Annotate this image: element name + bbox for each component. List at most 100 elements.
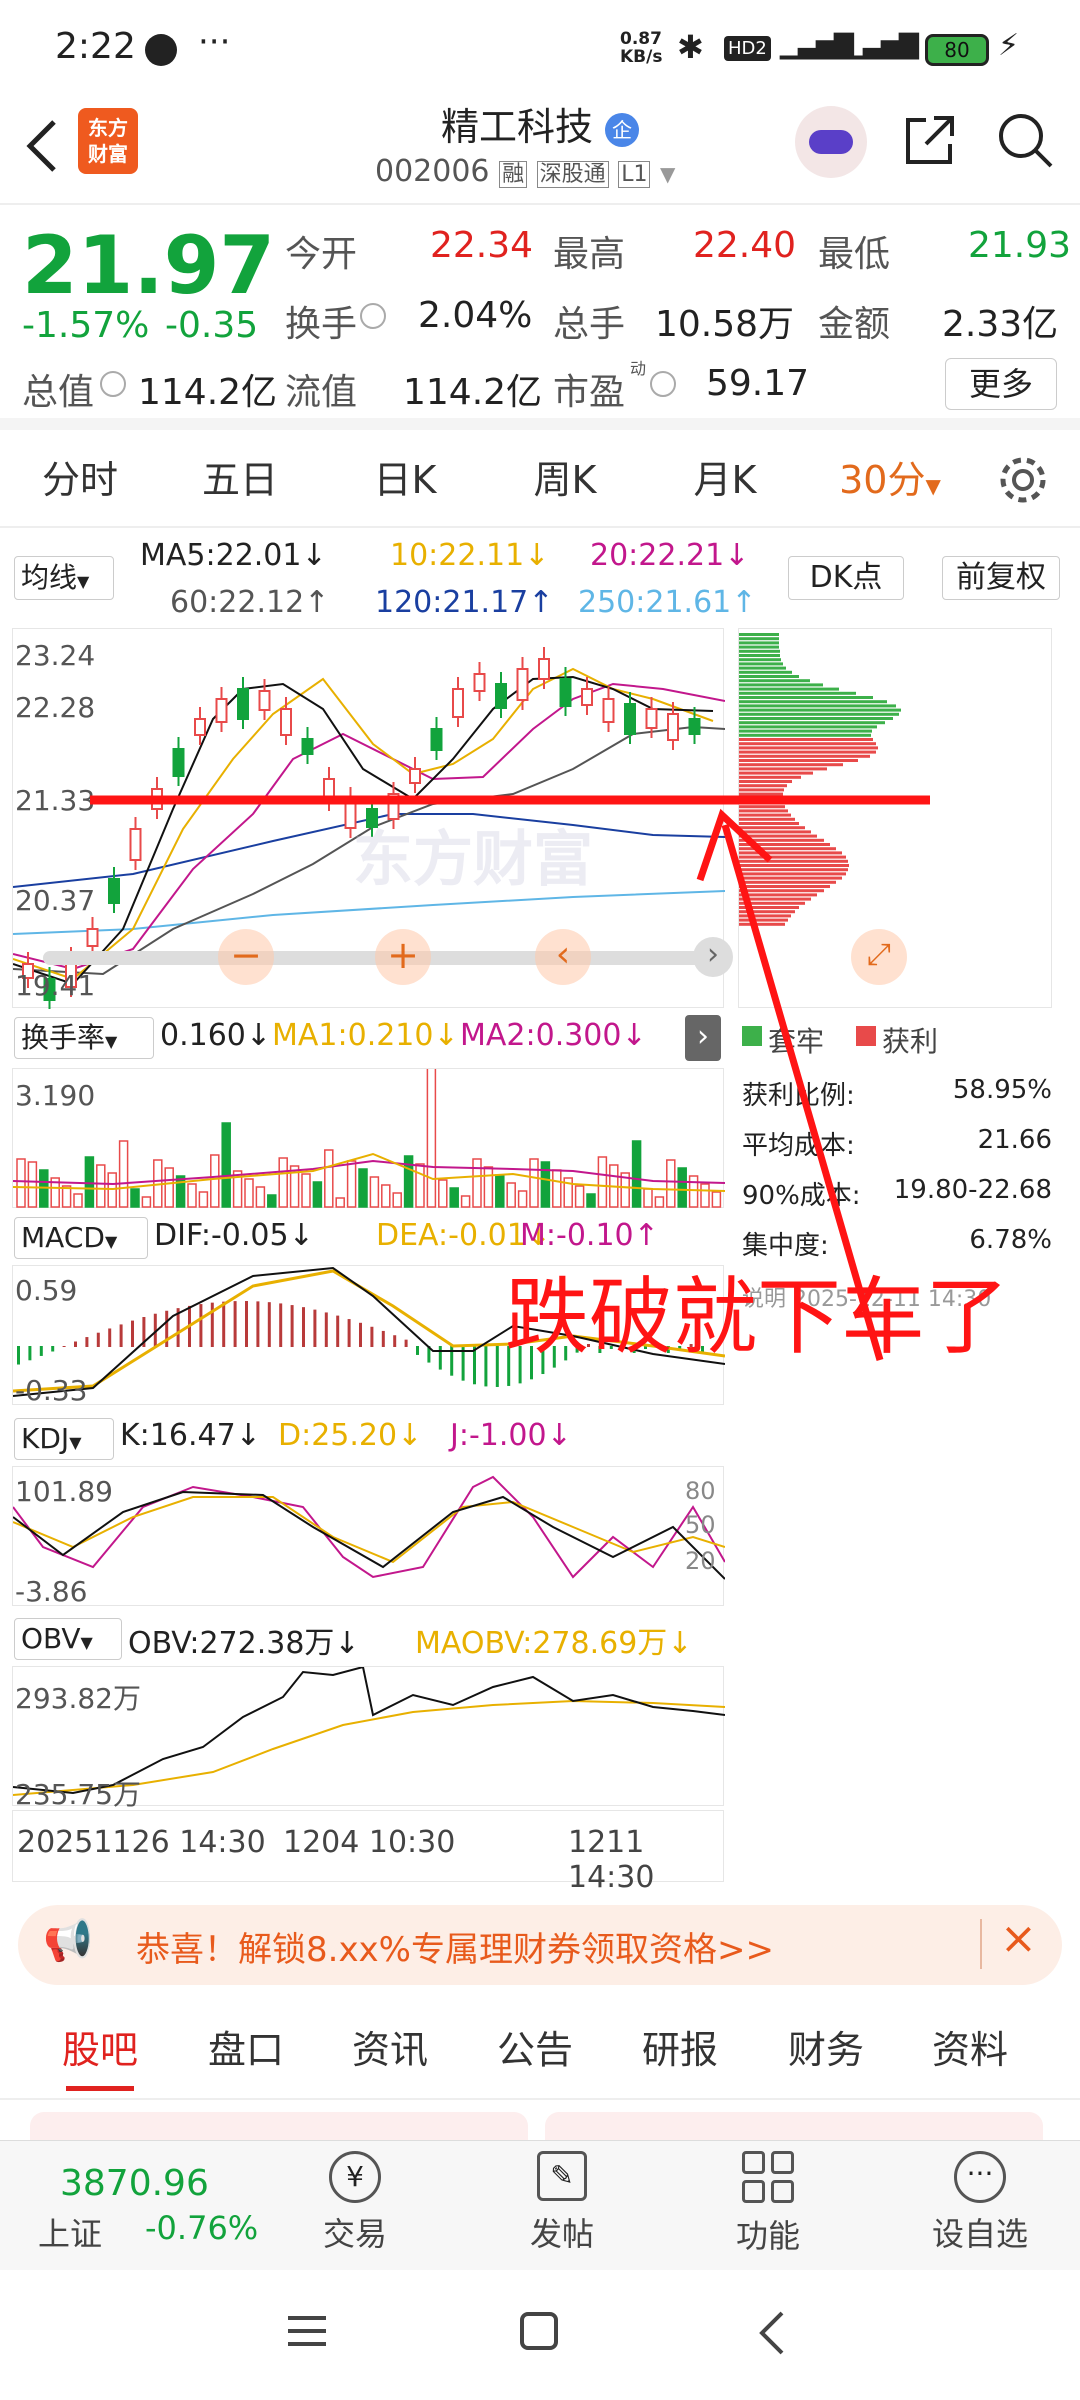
turnover-bar (415, 1163, 425, 1208)
more-button[interactable]: 更多 (945, 358, 1057, 410)
nav-trade[interactable]: ¥ 交易 (305, 2151, 405, 2255)
search-icon[interactable] (995, 110, 1055, 170)
tab-monthly[interactable]: 月K (665, 432, 785, 528)
turnover-bar (312, 1181, 323, 1208)
tab-research[interactable]: 研报 (642, 2010, 718, 2090)
chip-bar (739, 813, 791, 817)
zoom-out-button[interactable]: − (218, 929, 274, 985)
nav-trade-label: 交易 (322, 2215, 387, 2253)
chip-bar (739, 654, 780, 657)
macd-select[interactable]: MACD▼ (14, 1217, 148, 1259)
home-icon[interactable] (520, 2312, 558, 2350)
scroll-right-button[interactable]: › (693, 937, 733, 977)
amount-label: 金额 (818, 304, 891, 345)
turnover-bar (324, 1149, 334, 1208)
index-change[interactable]: -0.76% (145, 2209, 258, 2247)
chip-bar (739, 918, 788, 922)
share-icon[interactable] (900, 110, 960, 170)
forum-card-right[interactable] (545, 2112, 1043, 2140)
candle (559, 678, 572, 707)
obv-select[interactable]: OBV▼ (14, 1618, 122, 1660)
candle (452, 688, 464, 718)
candle (688, 718, 701, 735)
tab-forum[interactable]: 股吧 (62, 2010, 138, 2090)
tab-daily[interactable]: 日K (345, 432, 465, 528)
chip-bar (739, 738, 873, 741)
scroll-left-button[interactable]: ‹ (535, 929, 591, 985)
macd-bar (51, 1346, 55, 1352)
tab-financials[interactable]: 财务 (788, 2010, 864, 2090)
pe-info-icon[interactable] (650, 371, 676, 397)
kline-chart[interactable]: 东方财富 23.24 22.28 21.33 20.37 19.41 − + ‹… (12, 628, 733, 1009)
turnover-bar (267, 1194, 277, 1208)
candle (194, 718, 206, 736)
macd-bar (267, 1302, 271, 1347)
amount-value: 2.33亿 (942, 304, 1059, 345)
tab-orderbook[interactable]: 盘口 (208, 2010, 284, 2090)
kdj-k: K:16.47↓ (120, 1418, 261, 1453)
tab-profile[interactable]: 资料 (932, 2010, 1008, 2090)
system-nav (0, 2270, 1080, 2400)
change-value: -0.35 (165, 305, 259, 346)
turnover-bar (175, 1175, 186, 1208)
zoom-in-button[interactable]: + (375, 929, 431, 985)
stock-header: 东方 财富 精工科技 企 002006 融 深股通 L1 ▼ (0, 90, 1080, 205)
index-name[interactable]: 上证 (38, 2209, 102, 2255)
tab-five-day[interactable]: 五日 (180, 432, 300, 528)
settings-gear-icon[interactable] (997, 454, 1049, 506)
code-dropdown-icon[interactable]: ▼ (660, 162, 675, 186)
banner-text: 恭喜！解锁8.xx%专属理财券领取资格>> (136, 1930, 774, 1970)
turnover-bar (586, 1193, 596, 1208)
macd-m: M:-0.10↑ (520, 1218, 659, 1253)
index-value[interactable]: 3870.96 (60, 2163, 209, 2204)
turnover-panel: 3.190 (12, 1021, 726, 1208)
turnover-info-icon[interactable] (360, 303, 386, 329)
turnover-bar (141, 1196, 152, 1208)
banner-divider (980, 1919, 982, 1969)
info-icon[interactable] (100, 371, 126, 397)
adjust-button[interactable]: 前复权 (942, 556, 1060, 600)
close-icon[interactable]: × (1000, 1913, 1037, 1964)
dropdown-icon: ▼ (77, 572, 90, 591)
nav-post[interactable]: ✎ 发帖 (512, 2151, 612, 2255)
macd-bar (108, 1328, 112, 1347)
forum-card-left[interactable] (30, 2112, 528, 2140)
tab-30min-label: 30分 (839, 458, 926, 502)
turnover-max: 3.190 (15, 1079, 96, 1112)
candle (258, 690, 271, 711)
turnover-bar (666, 1159, 676, 1208)
chip-distribution[interactable]: ⤢ (738, 628, 1052, 1008)
tab-intraday[interactable]: 分时 (20, 432, 140, 528)
chip-bar (739, 746, 878, 750)
turnover-bar (700, 1183, 710, 1208)
macd-bar (324, 1312, 328, 1347)
chip-bar (739, 906, 799, 909)
chip-bar (739, 679, 810, 683)
kdj-ref-20: 20 (685, 1547, 716, 1575)
tab-news[interactable]: 资讯 (352, 2010, 428, 2090)
back-nav-icon[interactable] (752, 2308, 792, 2358)
tab-weekly[interactable]: 周K (505, 432, 625, 528)
expand-panel-icon[interactable]: › (685, 1015, 721, 1061)
obv-select-label: OBV (21, 1622, 81, 1655)
ma-type-select[interactable]: 均线▼ (14, 556, 114, 600)
chip-row-value: 19.80-22.68 (893, 1175, 1052, 1205)
tab-30min[interactable]: 30分▼ (830, 432, 950, 528)
chip-bar (739, 784, 787, 788)
turnover-bar (654, 1196, 665, 1208)
menu-icon[interactable] (288, 2316, 326, 2346)
nav-watchlist[interactable]: ··· 设自选 (925, 2151, 1035, 2255)
turnover-bar (688, 1175, 699, 1208)
dk-point-button[interactable]: DK点 (788, 556, 904, 600)
promo-banner[interactable]: 📢 恭喜！解锁8.xx%专属理财券领取资格>> × (18, 1905, 1062, 1985)
turnover-select[interactable]: 换手率▼ (14, 1017, 154, 1059)
macd-top: 0.59 (15, 1274, 78, 1307)
assistant-avatar[interactable] (795, 106, 867, 178)
candle (581, 688, 593, 706)
kdj-select[interactable]: KDJ▼ (14, 1418, 114, 1460)
tab-announcements[interactable]: 公告 (497, 2010, 573, 2090)
ytick-1: 22.28 (15, 691, 96, 724)
macd-bar (484, 1346, 488, 1387)
expand-icon[interactable]: ⤢ (851, 929, 907, 985)
nav-functions[interactable]: 功能 (718, 2151, 818, 2257)
